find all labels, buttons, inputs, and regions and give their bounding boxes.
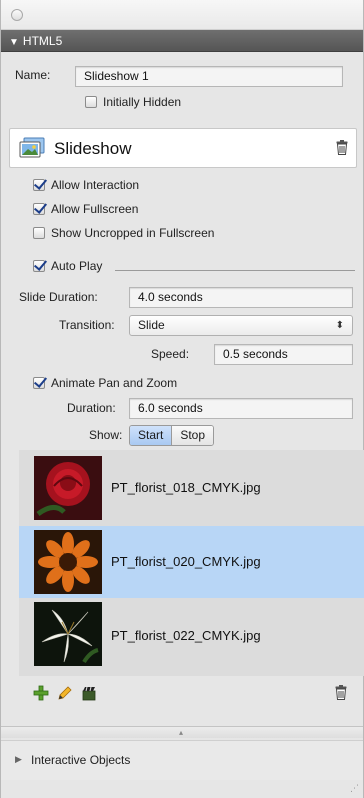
- section-title: HTML5: [22, 34, 63, 48]
- slideshow-title: Slideshow: [54, 139, 132, 158]
- clapperboard-icon[interactable]: [81, 685, 97, 701]
- show-uncropped-label: Show Uncropped in Fullscreen: [51, 226, 215, 240]
- allow-interaction-checkbox[interactable]: Allow Interaction: [33, 178, 139, 192]
- image-list-toolbar: [1, 680, 363, 706]
- checkbox-box[interactable]: [33, 227, 45, 239]
- transition-select[interactable]: Slide ⬍: [129, 315, 353, 336]
- allow-fullscreen-label: Allow Fullscreen: [51, 202, 139, 216]
- auto-play-label: Auto Play: [51, 259, 103, 273]
- list-item[interactable]: PT_florist_018_CMYK.jpg: [19, 452, 364, 524]
- initially-hidden-checkbox[interactable]: Initially Hidden: [85, 95, 181, 109]
- duration-label: Duration:: [67, 401, 116, 415]
- list-item[interactable]: PT_florist_022_CMYK.jpg: [19, 600, 364, 672]
- animate-pan-zoom-label: Animate Pan and Zoom: [51, 376, 178, 390]
- file-name: PT_florist_022_CMYK.jpg: [111, 628, 261, 643]
- slideshow-icon: [19, 137, 45, 158]
- show-label: Show:: [89, 428, 123, 442]
- initially-hidden-label: Initially Hidden: [103, 95, 182, 109]
- disclosure-right-icon[interactable]: ▶: [15, 754, 22, 765]
- title-bar: [1, 0, 363, 30]
- checkbox-box[interactable]: [33, 203, 45, 215]
- name-label: Name:: [15, 68, 51, 82]
- checkbox-box[interactable]: [33, 179, 45, 191]
- trash-icon[interactable]: [336, 140, 348, 155]
- auto-play-divider: [115, 270, 355, 271]
- transition-value: Slide: [138, 318, 165, 332]
- image-list: PT_florist_018_CMYK.jpg PT_florist_020_C…: [19, 450, 364, 676]
- file-name: PT_florist_020_CMYK.jpg: [111, 554, 261, 569]
- slideshow-widget-header: Slideshow: [9, 128, 357, 168]
- pencil-icon[interactable]: [57, 685, 73, 701]
- lily-thumbnail: [34, 602, 102, 666]
- speed-label: Speed:: [151, 347, 190, 361]
- show-segmented-control[interactable]: Start Stop: [129, 425, 215, 446]
- html5-section-header[interactable]: ▼ HTML5: [1, 30, 363, 52]
- orange-flower-thumbnail: [34, 530, 102, 594]
- list-item[interactable]: PT_florist_020_CMYK.jpg: [19, 526, 364, 598]
- show-stop-segment[interactable]: Stop: [172, 426, 214, 445]
- slide-duration-label: Slide Duration:: [19, 290, 98, 304]
- splitter-grip-icon: ▴: [179, 728, 184, 737]
- speed-field[interactable]: 0.5 seconds: [214, 344, 353, 365]
- transition-label: Transition:: [59, 318, 115, 332]
- checkbox-box[interactable]: [33, 260, 45, 272]
- interactive-objects-section[interactable]: ▶ Interactive Objects: [1, 740, 363, 780]
- rose-thumbnail: [34, 456, 102, 520]
- checkbox-box[interactable]: [33, 377, 45, 389]
- show-start-segment[interactable]: Start: [130, 426, 173, 445]
- show-uncropped-checkbox[interactable]: Show Uncropped in Fullscreen: [33, 226, 214, 240]
- panel-splitter[interactable]: ▴: [1, 726, 363, 738]
- name-field[interactable]: Slideshow 1: [75, 66, 343, 87]
- resize-grip-icon[interactable]: ⋰: [350, 783, 359, 794]
- inspector-window: ▼ HTML5 Name: Slideshow 1 Initially Hidde…: [0, 0, 364, 798]
- checkbox-box[interactable]: [85, 96, 97, 108]
- disclosure-down-icon[interactable]: ▼: [9, 32, 19, 54]
- interactive-objects-label: Interactive Objects: [31, 753, 131, 767]
- stepper-arrows-icon: ⬍: [335, 320, 344, 331]
- allow-fullscreen-checkbox[interactable]: Allow Fullscreen: [33, 202, 138, 216]
- close-button[interactable]: [11, 9, 23, 21]
- animate-pan-zoom-checkbox[interactable]: Animate Pan and Zoom: [33, 376, 177, 390]
- add-icon[interactable]: [33, 685, 49, 701]
- slide-duration-field[interactable]: 4.0 seconds: [129, 287, 353, 308]
- allow-interaction-label: Allow Interaction: [51, 178, 140, 192]
- duration-field[interactable]: 6.0 seconds: [129, 398, 353, 419]
- trash-icon[interactable]: [335, 685, 347, 700]
- file-name: PT_florist_018_CMYK.jpg: [111, 480, 261, 495]
- auto-play-checkbox[interactable]: Auto Play: [33, 259, 102, 273]
